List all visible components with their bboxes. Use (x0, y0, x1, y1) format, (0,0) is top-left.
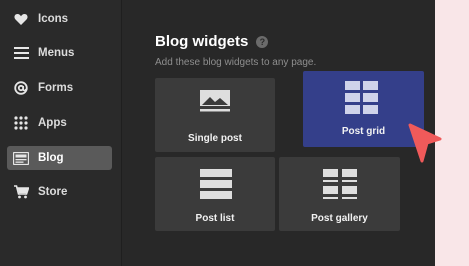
post-gallery-icon (323, 169, 357, 199)
cursor-pointer-icon (408, 123, 442, 163)
blog-icon (13, 150, 29, 166)
sidebar-item-label: Store (38, 186, 68, 198)
post-grid-icon (345, 81, 378, 114)
app-window: Icons Menus Forms Apps Blog Store Blog w… (0, 0, 435, 266)
sidebar-item-apps[interactable]: Apps (7, 111, 112, 135)
page-title: Blog widgets (155, 33, 249, 50)
sidebar-item-label: Forms (38, 82, 74, 94)
sidebar-item-label: Menus (38, 47, 75, 59)
widget-label: Single post (188, 133, 242, 144)
help-icon[interactable]: ? (256, 35, 269, 48)
widget-card-single-post[interactable]: Single post (155, 78, 275, 152)
widget-card-post-list[interactable]: Post list (155, 157, 275, 231)
sidebar-item-store[interactable]: Store (7, 180, 112, 204)
at-sign-icon (13, 80, 29, 96)
heart-icon (13, 11, 29, 27)
cart-icon (13, 184, 29, 200)
sidebar-item-blog[interactable]: Blog (7, 146, 112, 170)
widget-label: Post list (195, 213, 235, 224)
single-post-icon (200, 90, 230, 112)
sidebar-item-menus[interactable]: Menus (7, 41, 112, 65)
sidebar-item-icons[interactable]: Icons (7, 7, 112, 31)
widget-label: Post grid (341, 126, 386, 137)
sidebar: Icons Menus Forms Apps Blog Store (0, 0, 121, 266)
post-list-icon (200, 169, 232, 199)
widget-label: Post gallery (311, 213, 368, 224)
page-subtitle: Add these blog widgets to any page. (155, 57, 317, 68)
sidebar-item-forms[interactable]: Forms (7, 76, 112, 100)
title-row: Blog widgets ? (155, 33, 269, 50)
widget-card-post-grid[interactable]: Post grid (303, 71, 424, 147)
main-panel: Blog widgets ? Add these blog widgets to… (122, 0, 435, 266)
widget-card-post-gallery[interactable]: Post gallery (279, 157, 400, 231)
grid-dots-icon (13, 115, 29, 131)
sidebar-item-label: Apps (38, 117, 67, 129)
sidebar-item-label: Icons (38, 13, 69, 25)
menu-icon (13, 45, 29, 61)
sidebar-item-label: Blog (38, 152, 64, 164)
